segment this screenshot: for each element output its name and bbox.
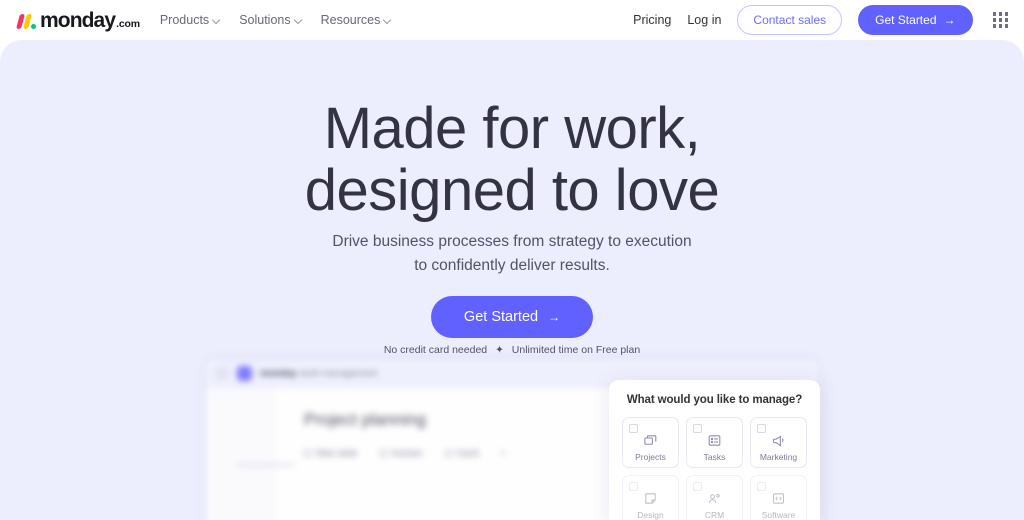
hero-section: Made for work, designed to love Drive bu… — [0, 40, 1024, 520]
layers-icon — [643, 433, 659, 449]
checkbox-crm[interactable] — [693, 482, 702, 491]
nav-item-resources[interactable]: Resources — [321, 13, 392, 27]
headline-line-1: Made for work, — [323, 96, 701, 161]
nav-item-pricing[interactable]: Pricing — [633, 13, 671, 27]
manage-tile-software[interactable]: Software — [750, 475, 807, 520]
app-preview-brand-label: monday — [260, 368, 297, 379]
checkbox-marketing[interactable] — [757, 424, 766, 433]
app-preview-tab-add-label: + — [500, 448, 506, 458]
subtitle-line-2: to confidently deliver results. — [414, 256, 610, 274]
nav-item-login[interactable]: Log in — [687, 13, 721, 27]
app-preview-sidebar — [206, 388, 274, 520]
hero-cta-note: No credit card needed ✦ Unlimited time o… — [0, 344, 1024, 356]
nav-item-solutions-label: Solutions — [239, 13, 291, 27]
app-preview-product-label: work management — [299, 368, 378, 379]
manage-tile-design-label: Design — [637, 509, 664, 520]
manage-tile-tasks-label: Tasks — [703, 451, 726, 462]
page-title: Made for work, designed to love — [0, 96, 1024, 224]
nav-item-products-label: Products — [159, 13, 210, 27]
manage-tile-design[interactable]: Design — [622, 475, 679, 520]
app-preview-tab-main-table: Main table — [304, 448, 358, 458]
hero-cta-container: Get Started → — [0, 296, 1024, 338]
kanban-icon — [379, 449, 387, 457]
manage-tile-software-label: Software — [761, 509, 796, 520]
headline-line-2: designed to love — [304, 158, 720, 224]
checkbox-tasks[interactable] — [693, 424, 702, 433]
gantt-icon — [444, 449, 452, 457]
contacts-icon — [707, 491, 723, 507]
logo-mark-icon — [15, 13, 36, 31]
nav-item-solutions[interactable]: Solutions — [239, 13, 301, 27]
hero-get-started-button[interactable]: Get Started → — [430, 296, 594, 338]
app-preview-tab-main-table-label: Main table — [316, 448, 358, 458]
cta-note-right: Unlimited time on Free plan — [511, 344, 641, 356]
checkbox-software[interactable] — [757, 482, 766, 491]
nav-get-started-button[interactable]: Get Started → — [858, 5, 973, 35]
manage-tile-projects-label: Projects — [635, 451, 666, 462]
chevron-down-icon — [384, 17, 391, 24]
manage-selection-card: What would you like to manage? Projects … — [609, 380, 820, 520]
nav-get-started-label: Get Started — [875, 13, 937, 27]
logo-domain-suffix: .com — [116, 17, 140, 30]
manage-tile-marketing-label: Marketing — [759, 451, 798, 462]
primary-nav: Products Solutions Resources — [160, 13, 392, 27]
app-preview-tab-kanban-label: Kanban — [391, 448, 423, 458]
hero-subtitle: Drive business processes from strategy t… — [0, 230, 1024, 277]
nav-item-resources-label: Resources — [320, 13, 381, 27]
manage-tile-projects[interactable]: Projects — [622, 417, 679, 468]
arrow-right-icon: → — [943, 13, 956, 27]
manage-tile-grid: Projects Tasks Marketing Design CRM Soft… — [622, 417, 807, 520]
app-preview-tab-add: + — [501, 448, 506, 458]
monday-logo[interactable]: monday .com — [15, 8, 140, 32]
chevron-down-icon — [295, 17, 302, 24]
manage-tile-tasks[interactable]: Tasks — [686, 417, 743, 468]
app-logo-icon — [237, 366, 252, 381]
hamburger-icon — [216, 367, 229, 380]
nav-actions: Pricing Log in Contact sales Get Started… — [633, 5, 1008, 35]
hero-get-started-label: Get Started — [463, 309, 539, 325]
chevron-down-icon — [213, 17, 220, 24]
nav-item-products[interactable]: Products — [160, 13, 220, 27]
top-navbar: monday .com Products Solutions Resources… — [0, 0, 1024, 40]
apps-grid-icon[interactable] — [992, 12, 1008, 28]
subtitle-line-1: Drive business processes from strategy t… — [332, 233, 692, 250]
checklist-icon — [707, 433, 723, 449]
contact-sales-button[interactable]: Contact sales — [737, 5, 843, 35]
page-root: monday .com Products Solutions Resources… — [0, 0, 1024, 520]
note-icon — [643, 491, 659, 507]
manage-tile-crm-label: CRM — [704, 509, 725, 520]
app-preview-tab-kanban: Kanban — [379, 448, 423, 458]
megaphone-icon — [771, 433, 787, 449]
checkbox-projects[interactable] — [629, 424, 638, 433]
manage-tile-crm[interactable]: CRM — [686, 475, 743, 520]
app-preview-tab-gantt: Gantt — [444, 448, 479, 458]
checkbox-design[interactable] — [629, 482, 638, 491]
app-preview-brand: monday work management — [260, 368, 378, 379]
app-preview-active-tab-underline — [236, 464, 294, 466]
sparkle-icon: ✦ — [495, 344, 504, 356]
cta-note-left: No credit card needed — [383, 344, 488, 356]
code-icon — [771, 491, 787, 507]
app-preview-tab-gantt-label: Gantt — [456, 448, 479, 458]
manage-card-title: What would you like to manage? — [626, 394, 803, 406]
table-icon — [304, 449, 311, 457]
manage-tile-marketing[interactable]: Marketing — [750, 417, 807, 468]
logo-wordmark: monday — [40, 8, 116, 32]
arrow-right-icon: → — [548, 310, 561, 324]
